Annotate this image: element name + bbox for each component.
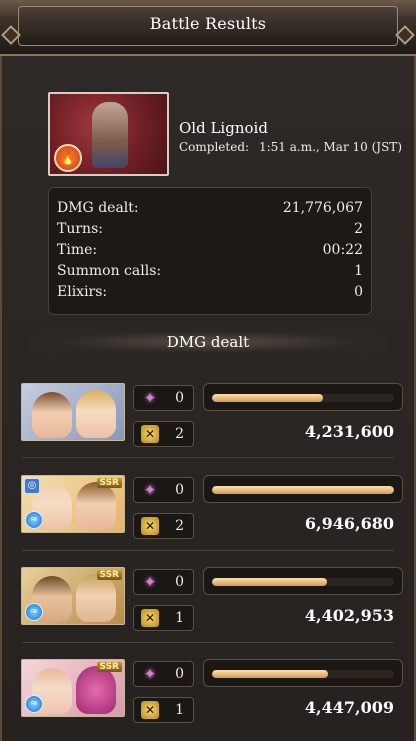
stat-row-turns: Turns: 2 [57, 221, 363, 242]
character-portrait[interactable] [21, 383, 125, 441]
charge-attack-counter: ✕ 2 [133, 513, 194, 539]
stat-row-summon-calls: Summon calls: 1 [57, 263, 363, 284]
damage-value: 4,447,009 [304, 698, 394, 717]
damage-bar [203, 567, 403, 595]
stat-label: DMG dealt: [57, 200, 139, 216]
stat-value: 2 [354, 221, 363, 237]
character-face [76, 574, 116, 622]
row-divider [22, 642, 394, 643]
completed-label: Completed: [179, 140, 250, 154]
page-title: Battle Results [149, 14, 267, 33]
rarity-badge: SSR [96, 570, 122, 580]
sparkle-icon: ✦ [143, 573, 157, 591]
stat-value: 21,776,067 [282, 200, 363, 216]
charge-attack-counter: ✕ 1 [133, 605, 194, 631]
sparkle-count: 0 [175, 390, 184, 406]
character-portrait[interactable]: SSR ≈ [21, 659, 125, 717]
stat-label: Summon calls: [57, 263, 162, 279]
wind-element-icon: ≈ [25, 695, 43, 713]
sparkle-counter: ✦ 0 [133, 385, 194, 411]
damage-bar-fill [212, 486, 394, 494]
damage-bar-track [212, 578, 394, 586]
charge-attack-count: 1 [175, 610, 184, 626]
damage-bar [203, 383, 403, 411]
character-face [76, 390, 116, 438]
damage-bar [203, 475, 403, 503]
sparkle-icon: ✦ [143, 389, 157, 407]
boss-thumbnail: 🔥 [48, 92, 169, 176]
charge-attack-icon: ✕ [141, 609, 159, 627]
battle-stats-box: DMG dealt: 21,776,067 Turns: 2 Time: 00:… [48, 187, 372, 315]
character-portrait[interactable]: ◎ SSR ≈ [21, 475, 125, 533]
row-divider [22, 457, 394, 458]
section-title: DMG dealt [166, 333, 250, 351]
completed-time: 1:51 a.m., Mar 10 (JST) [258, 140, 402, 154]
stat-label: Elixirs: [57, 284, 108, 300]
charge-attack-icon: ✕ [141, 517, 159, 535]
stat-label: Time: [57, 242, 98, 258]
stat-row-elixirs: Elixirs: 0 [57, 284, 363, 305]
ring-icon: ◎ [24, 478, 40, 494]
header-bar: Battle Results [0, 0, 416, 56]
charge-attack-icon: ✕ [141, 701, 159, 719]
party-member-row: SSR ≈ ✦ 0 ✕ 1 4,402,953 [0, 567, 416, 653]
party-member-row: SSR ≈ ✦ 0 ✕ 1 4,447,009 [0, 659, 416, 741]
charge-attack-count: 2 [175, 518, 184, 534]
stat-value: 1 [354, 263, 363, 279]
stat-label: Turns: [57, 221, 103, 237]
sparkle-counter: ✦ 0 [133, 569, 194, 595]
party-member-row: ◎ SSR ≈ ✦ 0 ✕ 2 6,946,680 [0, 475, 416, 561]
sparkle-counter: ✦ 0 [133, 661, 194, 687]
sparkle-count: 0 [175, 482, 184, 498]
sparkle-icon: ✦ [143, 481, 157, 499]
character-face [76, 666, 116, 714]
stat-row-dmg: DMG dealt: 21,776,067 [57, 200, 363, 221]
damage-bar-track [212, 670, 394, 678]
row-divider [22, 550, 394, 551]
sparkle-counter: ✦ 0 [133, 477, 194, 503]
charge-attack-counter: ✕ 2 [133, 421, 194, 447]
boss-name: Old Lignoid [179, 119, 268, 137]
character-face [32, 392, 72, 438]
damage-bar-fill [212, 578, 327, 586]
damage-bar-fill [212, 670, 329, 678]
damage-bar-track [212, 486, 394, 494]
sparkle-count: 0 [175, 666, 184, 682]
stat-value: 0 [354, 284, 363, 300]
damage-value: 6,946,680 [304, 514, 394, 533]
charge-attack-icon: ✕ [141, 425, 159, 443]
stat-value: 00:22 [322, 242, 363, 258]
charge-attack-count: 1 [175, 702, 184, 718]
charge-attack-count: 2 [175, 426, 184, 442]
sparkle-count: 0 [175, 574, 184, 590]
damage-bar [203, 659, 403, 687]
damage-bar-track [212, 394, 394, 402]
wind-element-icon: ≈ [25, 511, 43, 529]
stat-row-time: Time: 00:22 [57, 242, 363, 263]
character-face [76, 482, 116, 530]
character-portrait[interactable]: SSR ≈ [21, 567, 125, 625]
sparkle-icon: ✦ [143, 665, 157, 683]
rarity-badge: SSR [96, 478, 122, 488]
wind-element-icon: ≈ [25, 603, 43, 621]
rarity-badge: SSR [96, 662, 122, 672]
boss-portrait [92, 102, 128, 168]
charge-attack-counter: ✕ 1 [133, 697, 194, 723]
damage-value: 4,231,600 [304, 422, 394, 441]
damage-bar-fill [212, 394, 324, 402]
flame-icon: 🔥 [54, 144, 82, 172]
damage-value: 4,402,953 [304, 606, 394, 625]
